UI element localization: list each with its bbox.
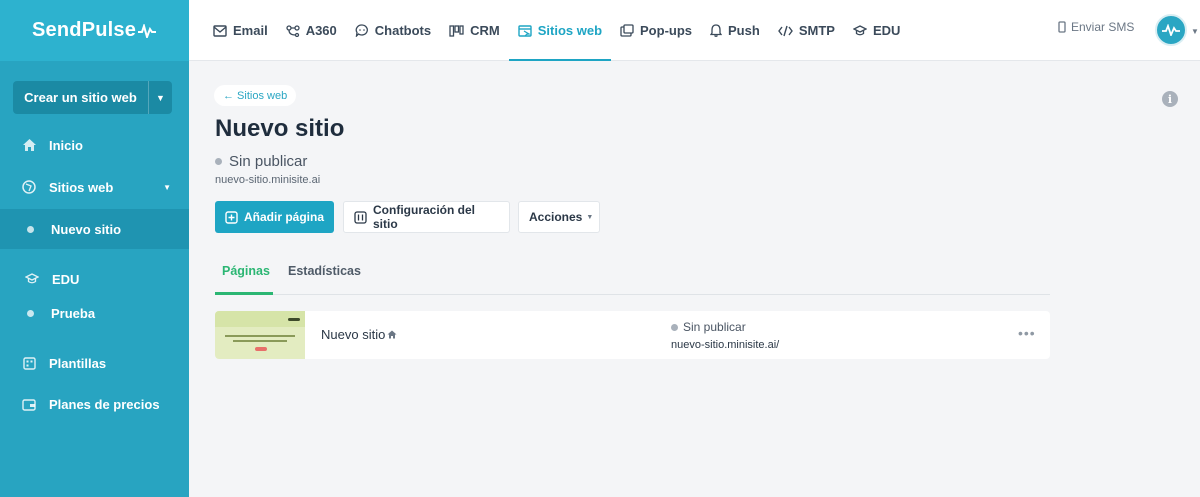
- chevron-down-icon[interactable]: ▼: [148, 81, 172, 114]
- create-website-button[interactable]: Crear un sitio web ▼: [13, 81, 172, 114]
- status-text: Sin publicar: [229, 153, 308, 170]
- tab-active-indicator: [215, 292, 273, 295]
- sidebar-item-label: Plantillas: [49, 355, 107, 371]
- more-options-icon[interactable]: •••: [1018, 325, 1036, 341]
- topnav-label: Pop-ups: [640, 23, 693, 38]
- top-nav: Email A360 Chatbots CRM Sitios web Pop-u…: [204, 0, 909, 61]
- topnav-label: Push: [728, 23, 760, 38]
- page-title: Nuevo sitio: [215, 115, 345, 142]
- topnav-sitios-web[interactable]: Sitios web: [508, 0, 612, 61]
- send-sms-label: Enviar SMS: [1071, 20, 1135, 34]
- brand-logo[interactable]: SendPulse: [0, 0, 189, 61]
- top-bar: Email A360 Chatbots CRM Sitios web Pop-u…: [189, 0, 1200, 61]
- create-website-label: Crear un sitio web: [24, 90, 137, 105]
- page-name[interactable]: Nuevo sitio: [321, 327, 397, 342]
- popup-icon: [620, 24, 634, 37]
- bullet-icon: [27, 225, 34, 233]
- page-thumbnail[interactable]: [215, 311, 305, 359]
- breadcrumb[interactable]: ← Sitios web: [214, 85, 297, 106]
- templates-icon: [21, 355, 37, 371]
- sidebar-item-plantillas[interactable]: Plantillas: [0, 343, 189, 383]
- phone-icon: [1058, 21, 1066, 33]
- sidebar-item-label: Planes de precios: [49, 396, 160, 412]
- topnav-label: Email: [233, 23, 268, 38]
- graduation-cap-icon: [852, 24, 867, 37]
- brand-name: SendPulse: [32, 19, 137, 41]
- row-status-text: Sin publicar: [683, 320, 746, 334]
- sidebar: SendPulse Crear un sitio web ▼ Inicio Si…: [0, 0, 189, 497]
- row-status-badge: Sin publicar: [671, 320, 746, 334]
- mail-icon: [213, 24, 227, 37]
- bell-icon: [710, 24, 723, 37]
- thumbnail-line: [225, 335, 295, 337]
- crm-icon: [449, 24, 464, 37]
- code-icon: [777, 25, 793, 37]
- topnav-push[interactable]: Push: [701, 0, 769, 61]
- topnav-crm[interactable]: CRM: [440, 0, 509, 61]
- sidebar-item-sitios-web[interactable]: Sitios web ▼: [0, 167, 189, 207]
- graduation-cap-icon: [24, 271, 40, 287]
- chevron-down-icon: ▼: [586, 213, 594, 221]
- chat-icon: [355, 24, 369, 37]
- sidebar-item-inicio[interactable]: Inicio: [0, 125, 189, 165]
- topnav-label: A360: [305, 23, 337, 38]
- topnav-label: EDU: [872, 23, 901, 38]
- status-dot-icon: [671, 323, 678, 331]
- actions-dropdown[interactable]: Acciones ▼: [518, 201, 600, 233]
- send-sms-link[interactable]: Enviar SMS: [1058, 20, 1134, 34]
- topnav-a360[interactable]: A360: [277, 0, 346, 61]
- topnav-pop-ups[interactable]: Pop-ups: [611, 0, 701, 61]
- sidebar-item-prueba[interactable]: Prueba: [0, 293, 189, 333]
- globe-icon: [21, 179, 37, 195]
- add-page-button[interactable]: Añadir página: [215, 201, 334, 233]
- bullet-icon: [27, 309, 34, 317]
- topnav-label: Sitios web: [537, 23, 603, 38]
- thumbnail-nav: [288, 318, 300, 321]
- topnav-label: Chatbots: [374, 23, 432, 38]
- chevron-down-icon[interactable]: ▼: [1191, 27, 1199, 36]
- topnav-label: SMTP: [798, 23, 835, 38]
- actions-label: Acciones: [529, 210, 583, 224]
- website-icon: [518, 24, 532, 37]
- wallet-icon: [21, 396, 37, 412]
- thumbnail-line: [233, 340, 287, 342]
- topnav-label: CRM: [470, 23, 500, 38]
- chevron-down-icon: ▼: [163, 182, 171, 192]
- plus-square-icon: [225, 210, 238, 224]
- sidebar-item-label: Prueba: [51, 305, 96, 321]
- tabs: Páginas Estadísticas: [215, 255, 1050, 295]
- pulse-icon: [1162, 24, 1180, 36]
- sidebar-item-label: Inicio: [49, 137, 83, 153]
- tab-paginas[interactable]: Páginas: [222, 264, 270, 278]
- status-dot-icon: [215, 158, 222, 165]
- thumbnail-button: [255, 347, 267, 351]
- add-page-label: Añadir página: [244, 210, 325, 224]
- home-icon: [21, 137, 37, 153]
- pulse-logo-icon: [138, 23, 157, 38]
- site-settings-button[interactable]: Configuración del sitio: [343, 201, 510, 233]
- tab-estadisticas[interactable]: Estadísticas: [288, 264, 361, 278]
- table-row[interactable]: Nuevo sitio Sin publicar nuevo-sitio.min…: [215, 311, 1050, 359]
- home-icon: [387, 330, 397, 339]
- sliders-icon: [354, 210, 367, 224]
- status-badge: Sin publicar: [215, 153, 307, 170]
- site-settings-label: Configuración del sitio: [373, 203, 475, 231]
- topnav-email[interactable]: Email: [204, 0, 277, 61]
- topnav-smtp[interactable]: SMTP: [769, 0, 844, 61]
- row-url[interactable]: nuevo-sitio.minisite.ai/: [671, 339, 779, 351]
- info-icon[interactable]: i: [1162, 91, 1178, 107]
- sidebar-item-label: Nuevo sitio: [51, 221, 122, 237]
- topnav-edu[interactable]: EDU: [844, 0, 909, 61]
- flow-icon: [286, 24, 300, 37]
- site-url: nuevo-sitio.minisite.ai: [215, 174, 321, 186]
- topnav-chatbots[interactable]: Chatbots: [346, 0, 440, 61]
- sidebar-item-label: Sitios web: [49, 179, 114, 195]
- sidebar-item-nuevo-sitio[interactable]: Nuevo sitio: [0, 209, 189, 249]
- page-name-text: Nuevo sitio: [321, 327, 386, 342]
- sidebar-item-label: EDU: [52, 271, 80, 287]
- avatar[interactable]: [1155, 14, 1187, 46]
- sidebar-item-planes-de-precios[interactable]: Planes de precios: [0, 384, 189, 424]
